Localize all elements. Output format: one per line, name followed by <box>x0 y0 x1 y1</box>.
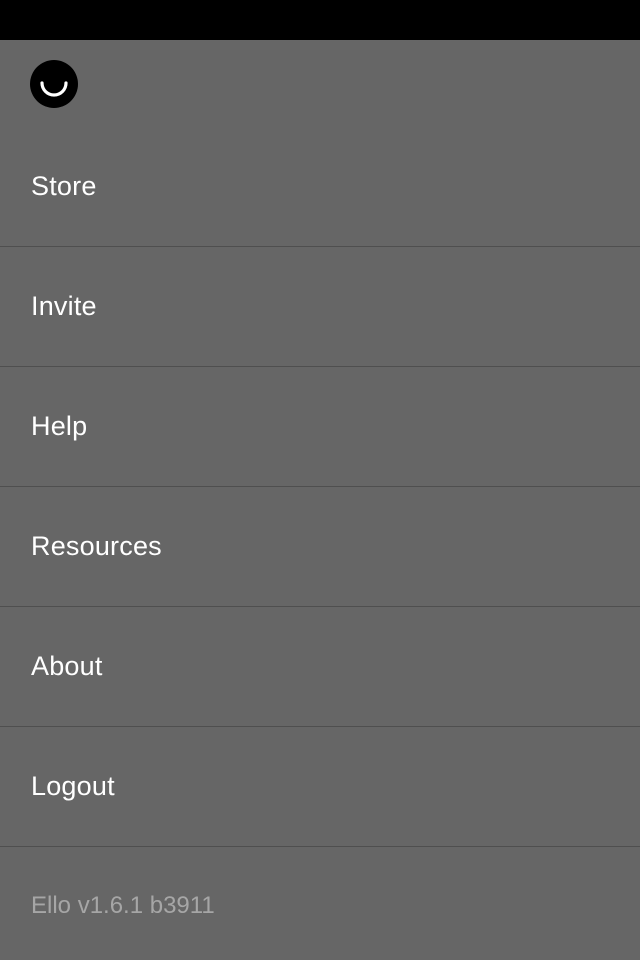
menu-item-resources[interactable]: Resources <box>0 487 640 607</box>
ello-logo-icon[interactable] <box>30 60 78 108</box>
menu-item-label: About <box>31 651 103 681</box>
menu-item-label: Help <box>31 411 88 441</box>
menu-item-help[interactable]: Help <box>0 367 640 487</box>
menu-item-invite[interactable]: Invite <box>0 247 640 367</box>
menu-item-logout[interactable]: Logout <box>0 727 640 847</box>
menu-item-about[interactable]: About <box>0 607 640 727</box>
menu-item-label: Logout <box>31 771 115 801</box>
version-label: Ello v1.6.1 b3911 <box>31 892 215 919</box>
menu-item-store[interactable]: Store <box>0 127 640 247</box>
menu-list: Store Invite Help Resources About Logout <box>0 127 640 847</box>
menu-item-label: Invite <box>31 291 97 321</box>
menu-item-label: Store <box>31 171 97 201</box>
side-menu: Store Invite Help Resources About Logout… <box>0 40 640 960</box>
status-bar <box>0 0 640 40</box>
ello-smile-icon <box>30 60 78 108</box>
menu-item-label: Resources <box>31 531 162 561</box>
